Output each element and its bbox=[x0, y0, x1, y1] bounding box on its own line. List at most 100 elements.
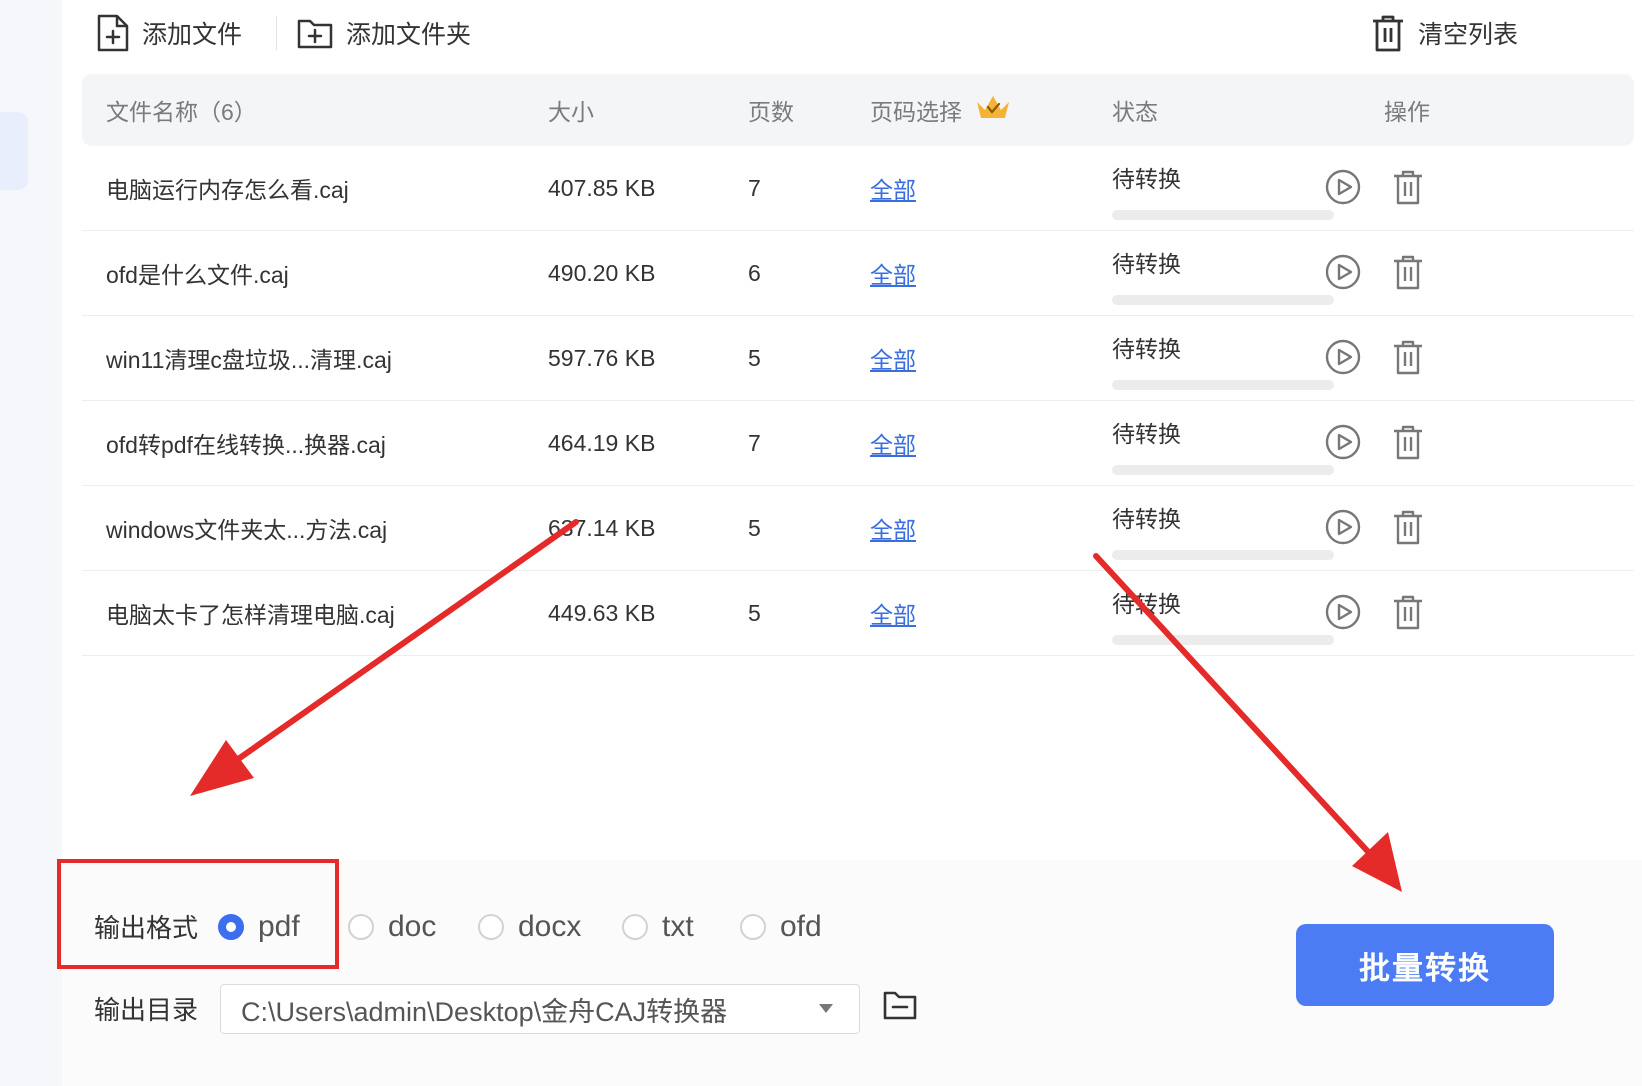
col-pages-header: 页数 bbox=[748, 99, 794, 125]
start-convert-button[interactable] bbox=[1324, 338, 1362, 382]
browse-folder-button[interactable] bbox=[882, 988, 918, 1027]
play-circle-icon bbox=[1324, 509, 1362, 551]
col-range-header: 页码选择 bbox=[870, 74, 1012, 146]
clear-list-label: 清空列表 bbox=[1418, 21, 1519, 49]
table-row: ofd是什么文件.caj 490.20 KB 6 全部 待转换 bbox=[82, 231, 1634, 316]
start-convert-button[interactable] bbox=[1324, 168, 1362, 212]
page-range-cell: 全部 bbox=[870, 231, 916, 315]
folder-plus-icon bbox=[296, 16, 334, 50]
file-size: 637.14 KB bbox=[548, 514, 656, 541]
format-radio-txt[interactable]: txt bbox=[622, 910, 694, 944]
add-folder-button[interactable]: 添加文件夹 bbox=[296, 10, 471, 56]
output-dir-select[interactable]: C:\Users\admin\Desktop\金舟CAJ转换器 bbox=[220, 984, 860, 1034]
page-range-cell: 全部 bbox=[870, 401, 916, 485]
delete-row-button[interactable] bbox=[1392, 593, 1424, 637]
file-name: win11清理c盘垃圾...清理.caj bbox=[106, 347, 392, 373]
file-size: 597.76 KB bbox=[548, 344, 656, 371]
delete-row-button[interactable] bbox=[1392, 508, 1424, 552]
radio-circle bbox=[348, 914, 374, 940]
status-text: 待转换 bbox=[1112, 591, 1181, 617]
table-row: win11清理c盘垃圾...清理.caj 597.76 KB 5 全部 待转换 bbox=[82, 316, 1634, 401]
format-option-label: txt bbox=[662, 910, 694, 943]
play-circle-icon bbox=[1324, 169, 1362, 211]
page-range-link[interactable]: 全部 bbox=[870, 171, 916, 205]
file-name: 电脑太卡了怎样清理电脑.caj bbox=[106, 602, 395, 628]
play-circle-icon bbox=[1324, 254, 1362, 296]
status-cell: 待转换 bbox=[1112, 415, 1334, 475]
start-convert-button[interactable] bbox=[1324, 593, 1362, 637]
page-range-link[interactable]: 全部 bbox=[870, 596, 916, 630]
play-circle-icon bbox=[1324, 424, 1362, 466]
file-plus-icon bbox=[96, 13, 130, 53]
start-convert-button[interactable] bbox=[1324, 253, 1362, 297]
table-row: windows文件夹太...方法.caj 637.14 KB 5 全部 待转换 bbox=[82, 486, 1634, 571]
page-range-link[interactable]: 全部 bbox=[870, 426, 916, 460]
add-folder-label: 添加文件夹 bbox=[346, 21, 472, 49]
play-circle-icon bbox=[1324, 594, 1362, 636]
page-range-cell: 全部 bbox=[870, 316, 916, 400]
batch-convert-button[interactable]: 批量转换 bbox=[1296, 924, 1554, 1006]
trash-icon bbox=[1392, 510, 1424, 551]
progress-bar bbox=[1112, 295, 1334, 305]
add-file-label: 添加文件 bbox=[142, 21, 243, 49]
delete-row-button[interactable] bbox=[1392, 423, 1424, 467]
page-range-cell: 全部 bbox=[870, 146, 916, 230]
page-range-link[interactable]: 全部 bbox=[870, 256, 916, 290]
page-count: 6 bbox=[748, 259, 761, 286]
page-count: 7 bbox=[748, 429, 761, 456]
crown-icon bbox=[974, 92, 1012, 128]
page-range-cell: 全部 bbox=[870, 571, 916, 655]
status-text: 待转换 bbox=[1112, 421, 1181, 447]
file-table: 文件名称（6） 大小 页数 页码选择 状态 操作 电脑运行内存怎么看.caj 40… bbox=[82, 74, 1634, 656]
page-range-link[interactable]: 全部 bbox=[870, 341, 916, 375]
delete-row-button[interactable] bbox=[1392, 338, 1424, 382]
add-file-button[interactable]: 添加文件 bbox=[96, 10, 242, 56]
radio-circle bbox=[622, 914, 648, 940]
page-count: 5 bbox=[748, 344, 761, 371]
col-size-header: 大小 bbox=[548, 99, 594, 125]
status-text: 待转换 bbox=[1112, 251, 1181, 277]
radio-circle bbox=[218, 914, 244, 940]
trash-icon bbox=[1392, 170, 1424, 211]
trash-icon bbox=[1392, 595, 1424, 636]
page-count: 5 bbox=[748, 514, 761, 541]
table-row: ofd转pdf在线转换...换器.caj 464.19 KB 7 全部 待转换 bbox=[82, 401, 1634, 486]
page-count: 7 bbox=[748, 174, 761, 201]
col-range-label: 页码选择 bbox=[870, 99, 962, 125]
file-size: 407.85 KB bbox=[548, 174, 656, 201]
sidebar-active-tab[interactable] bbox=[0, 112, 28, 190]
file-size: 449.63 KB bbox=[548, 599, 656, 626]
col-ops-header: 操作 bbox=[1384, 99, 1430, 125]
page-range-cell: 全部 bbox=[870, 486, 916, 570]
file-name: ofd转pdf在线转换...换器.caj bbox=[106, 432, 386, 458]
file-size: 464.19 KB bbox=[548, 429, 656, 456]
table-row: 电脑太卡了怎样清理电脑.caj 449.63 KB 5 全部 待转换 bbox=[82, 571, 1634, 656]
chevron-down-icon bbox=[819, 1004, 833, 1013]
trash-icon bbox=[1392, 340, 1424, 381]
format-radio-ofd[interactable]: ofd bbox=[740, 910, 822, 944]
clear-list-button[interactable]: 清空列表 bbox=[1370, 10, 1518, 56]
output-dir-value: C:\Users\admin\Desktop\金舟CAJ转换器 bbox=[241, 996, 728, 1027]
delete-row-button[interactable] bbox=[1392, 168, 1424, 212]
start-convert-button[interactable] bbox=[1324, 423, 1362, 467]
trash-icon bbox=[1370, 13, 1406, 53]
format-radio-pdf[interactable]: pdf bbox=[218, 910, 300, 944]
status-text: 待转换 bbox=[1112, 506, 1181, 532]
delete-row-button[interactable] bbox=[1392, 253, 1424, 297]
status-cell: 待转换 bbox=[1112, 585, 1334, 645]
status-cell: 待转换 bbox=[1112, 330, 1334, 390]
file-name: windows文件夹太...方法.caj bbox=[106, 517, 388, 543]
format-radio-docx[interactable]: docx bbox=[478, 910, 581, 944]
progress-bar bbox=[1112, 550, 1334, 560]
page-range-link[interactable]: 全部 bbox=[870, 511, 916, 545]
start-convert-button[interactable] bbox=[1324, 508, 1362, 552]
table-header: 文件名称（6） 大小 页数 页码选择 状态 操作 bbox=[82, 74, 1634, 146]
status-cell: 待转换 bbox=[1112, 160, 1334, 220]
folder-icon bbox=[882, 991, 918, 1026]
file-size: 490.20 KB bbox=[548, 259, 656, 286]
trash-icon bbox=[1392, 255, 1424, 296]
format-radio-doc[interactable]: doc bbox=[348, 910, 436, 944]
col-name-header: 文件名称（6） bbox=[106, 99, 257, 125]
trash-icon bbox=[1392, 425, 1424, 466]
format-option-label: docx bbox=[518, 910, 582, 943]
